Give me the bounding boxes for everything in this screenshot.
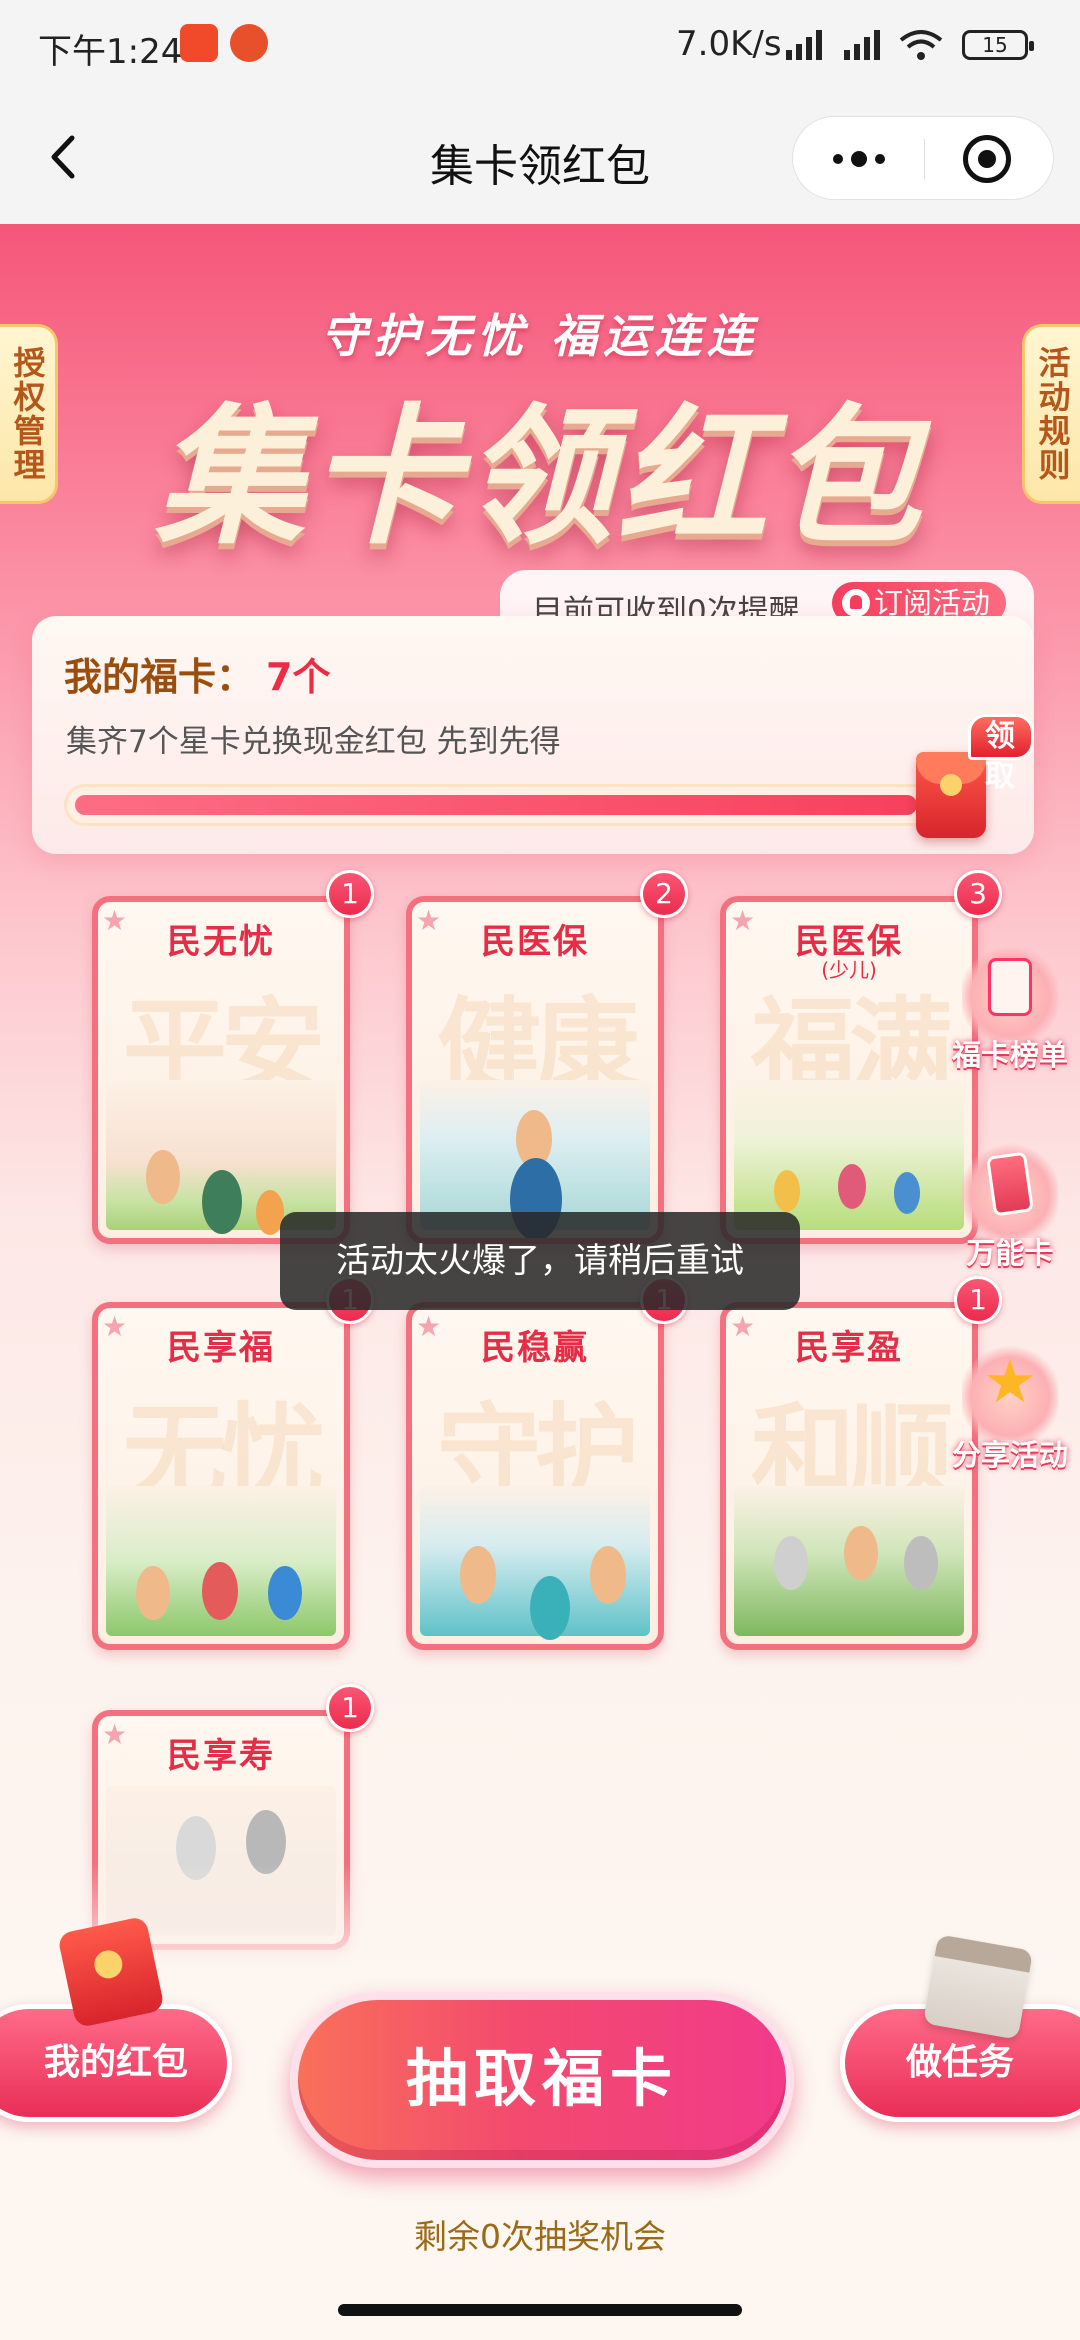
card-count-badge: 3 [954,870,1002,918]
authorization-tab[interactable]: 授权管理 [0,324,58,504]
card-title: 民医保 [481,922,589,962]
mini-program-capsule [792,116,1054,200]
battery-icon: 15 [962,30,1034,60]
person-figure [146,1150,180,1205]
person-figure [136,1566,170,1621]
home-indicator[interactable] [338,2304,742,2316]
person-figure [268,1566,302,1621]
person-figure [590,1546,626,1604]
card-title: 民享盈 [795,1328,903,1368]
fortune-card[interactable]: ★ 健康 民医保 [406,896,664,1244]
calendar-icon [922,1934,1034,2040]
person-figure [202,1170,242,1234]
card-illustration [734,1486,964,1636]
more-icon[interactable] [793,117,924,201]
card-count-badge: 1 [954,1276,1002,1324]
person-figure [774,1170,800,1212]
signal-icon [786,30,822,60]
activity-canvas: 守护无忧 福运连连 集卡领红包 授权管理 活动规则 目前可收到0次提醒 订阅活动… [0,224,1080,2340]
draw-card-button[interactable]: 抽取福卡 [290,1992,794,2168]
person-figure [530,1576,570,1640]
card-title: 民稳赢 [481,1328,589,1368]
fortune-card[interactable]: ★ 无忧 民享福 [92,1302,350,1650]
nav-bar: 集卡领红包 [0,92,1080,224]
my-cards-count: 我的福卡： 7个 [64,646,330,701]
wifi-icon [899,30,943,60]
card-illustration [734,1080,964,1230]
bell-icon [842,589,870,617]
card-illustration [420,1080,650,1238]
my-cards-number: 7个 [266,655,331,699]
status-bar: 下午1:24 7.0K/s 15 [0,0,1080,92]
notification-app-icon [230,24,268,62]
my-redpacket-button[interactable]: 我的红包 [0,2004,232,2122]
collect-progress-bar [64,784,986,826]
status-time: 下午1:24 [38,32,183,72]
my-cards-label: 我的福卡： [64,655,255,699]
person-figure [838,1164,866,1209]
card-title: 民享福 [167,1328,275,1368]
fortune-card[interactable]: ★ 平安 民无忧 [92,896,350,1244]
toast-message: 活动太火爆了，请稍后重试 [280,1212,800,1310]
person-figure [460,1546,496,1604]
share-entry[interactable]: ★ 分享活动 [950,1344,1070,1474]
card-subtitle: (少儿) [821,958,877,982]
person-figure [774,1536,808,1591]
person-figure [202,1562,238,1620]
rules-tab[interactable]: 活动规则 [1022,324,1080,504]
fortune-card[interactable]: ★ 福满 民医保 (少儿) [720,896,978,1244]
network-speed: 7.0K/s [676,24,782,64]
taobao-app-icon [180,24,218,62]
close-target-icon[interactable] [963,135,1011,183]
claim-button[interactable]: 领取 [968,714,1034,794]
fortune-card[interactable]: ★ 和顺 民享盈 [720,1302,978,1650]
progress-fill [75,795,917,815]
my-cards-panel: 我的福卡： 7个 集齐7个星卡兑换现金红包 先到先得 领取 [32,616,1034,854]
ranking-entry[interactable]: 福卡榜单 [950,944,1070,1074]
card-illustration [106,1080,336,1235]
card-count-badge: 2 [640,870,688,918]
wildcard-entry[interactable]: 万能卡 [950,1142,1070,1272]
card-count-badge: 1 [326,1684,374,1732]
red-packet-icon[interactable] [916,752,986,838]
person-figure [844,1526,878,1581]
ranking-icon [962,944,1058,1040]
red-packet-icon-large [57,1915,165,2029]
capsule-divider [924,139,925,179]
fortune-card[interactable]: ★ 守护 民稳赢 [406,1302,664,1650]
card-title: 民享寿 [167,1736,275,1776]
card-count-badge: 1 [326,870,374,918]
remaining-draws-text: 剩余0次抽奖机会 [414,2217,666,2256]
signal-icon-2 [844,30,880,60]
card-illustration [106,1486,336,1636]
card-illustration [420,1486,650,1640]
card-title: 民无忧 [167,922,275,962]
star-share-icon: ★ [962,1344,1058,1440]
person-figure [904,1536,938,1591]
wildcard-icon [962,1142,1058,1238]
hero-title: 集卡领红包 [154,391,925,565]
collect-hint: 集齐7个星卡兑换现金红包 先到先得 [66,724,561,760]
person-figure [894,1172,920,1214]
